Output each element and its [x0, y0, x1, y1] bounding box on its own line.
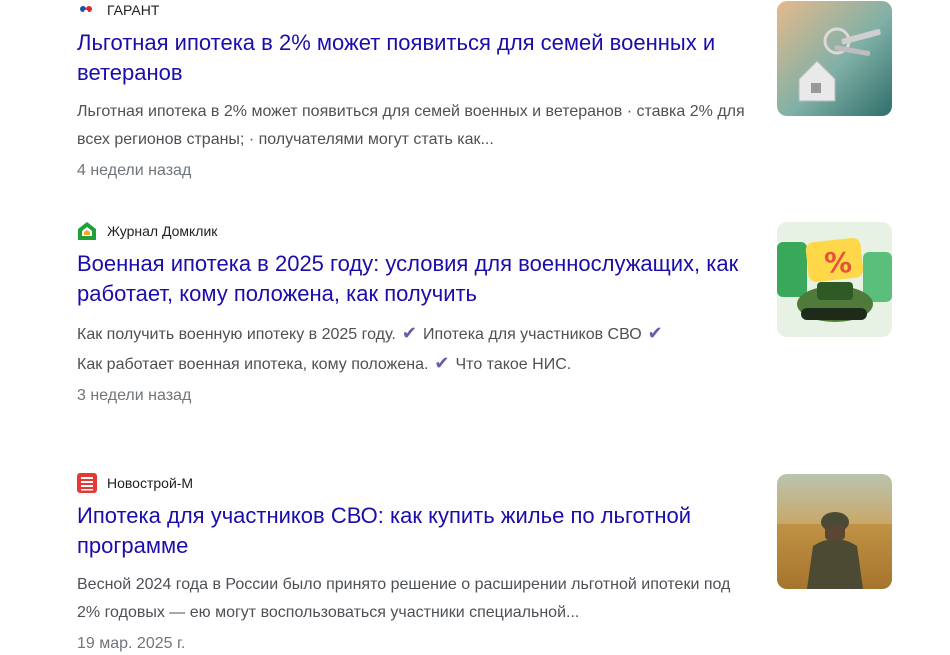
source-name: Журнал Домклик — [107, 223, 218, 239]
result-title-link[interactable]: Ипотека для участников СВО: как купить ж… — [77, 501, 757, 561]
result-date: 4 недели назад — [77, 162, 192, 179]
result-snippet: Льготная ипотека в 2% может появиться дл… — [77, 103, 745, 148]
result-snippet: Как получить военную ипотеку в 2025 году… — [77, 319, 757, 379]
search-result: Новострой-М Ипотека для участников СВО: … — [77, 473, 757, 653]
snippet-part: Как получить военную ипотеку в 2025 году… — [77, 326, 396, 343]
result-source[interactable]: ГАРАНТ — [77, 0, 757, 20]
search-result: ГАРАНТ Льготная ипотека в 2% может появи… — [77, 0, 757, 180]
snippet-part: Ипотека для участников СВО — [422, 326, 642, 343]
snippet-part: Что такое НИС. — [455, 356, 572, 373]
result-source[interactable]: Журнал Домклик — [77, 221, 757, 241]
garant-logo-icon — [77, 0, 97, 20]
keys-house-image[interactable] — [777, 1, 892, 116]
result-snippet: Весной 2024 года в России было принято р… — [77, 576, 731, 621]
novostroy-logo-icon — [77, 473, 97, 493]
result-title-link[interactable]: Льготная ипотека в 2% может появиться дл… — [77, 28, 757, 88]
result-date: 3 недели назад — [77, 387, 192, 404]
check-icon: ✔ — [647, 323, 663, 343]
check-icon: ✔ — [434, 353, 450, 373]
source-name: ГАРАНТ — [107, 2, 160, 18]
source-name: Новострой-М — [107, 475, 194, 491]
result-date: 19 мар. 2025 г. — [77, 635, 186, 652]
domclick-logo-icon — [77, 221, 97, 241]
svg-text:%: % — [824, 246, 852, 279]
result-title-link[interactable]: Военная ипотека в 2025 году: условия для… — [77, 249, 757, 309]
military-cap-percent-image[interactable]: % — [777, 222, 892, 337]
result-source[interactable]: Новострой-М — [77, 473, 757, 493]
soldier-field-image[interactable] — [777, 474, 892, 589]
check-icon: ✔ — [401, 323, 417, 343]
search-result: Журнал Домклик Военная ипотека в 2025 го… — [77, 221, 757, 405]
snippet-part: Как работает военная ипотека, кому полож… — [77, 356, 429, 373]
